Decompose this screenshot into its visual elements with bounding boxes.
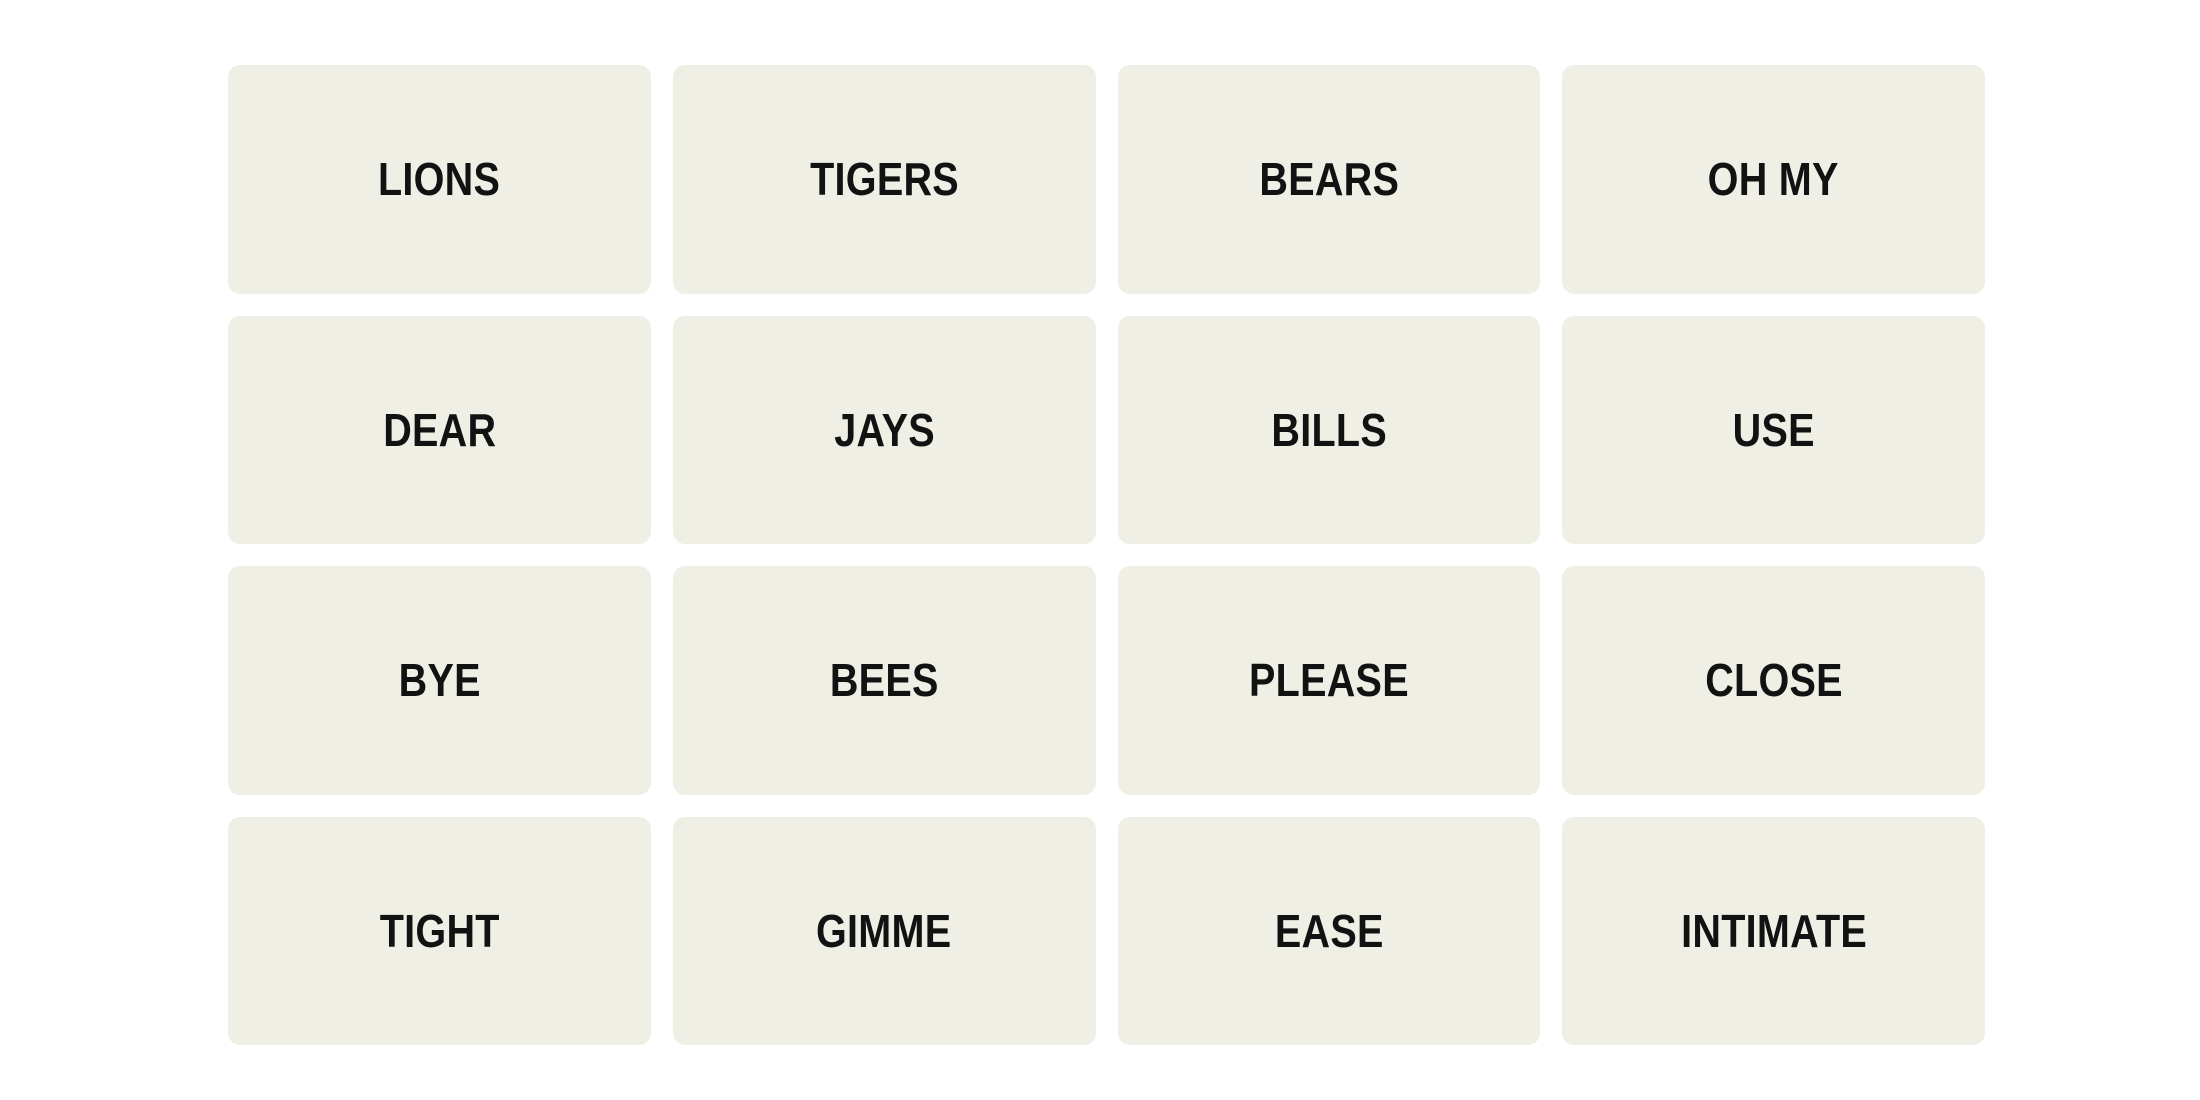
connections-board: LIONS TIGERS BEARS OH MY DEAR JAYS BILLS…	[228, 65, 1985, 1045]
word-tile-label: PLEASE	[1248, 654, 1409, 707]
word-tile[interactable]: DEAR	[228, 315, 651, 544]
word-tile-label: DEAR	[382, 403, 496, 456]
word-tile-label: BEES	[829, 654, 939, 707]
word-tile[interactable]: JAYS	[672, 315, 1096, 544]
word-tile[interactable]: BYE	[228, 566, 651, 795]
word-tile[interactable]: EASE	[1117, 816, 1541, 1045]
word-tile[interactable]: BEARS	[1117, 65, 1541, 294]
word-tile-label: BYE	[398, 654, 481, 707]
word-tile-grid: LIONS TIGERS BEARS OH MY DEAR JAYS BILLS…	[228, 65, 1985, 1045]
word-tile-label: TIGHT	[379, 904, 500, 957]
word-tile[interactable]: USE	[1562, 315, 1985, 544]
word-tile[interactable]: INTIMATE	[1562, 816, 1985, 1045]
word-tile[interactable]: GIMME	[672, 816, 1096, 1045]
word-tile-label: INTIMATE	[1680, 904, 1867, 957]
word-tile[interactable]: BILLS	[1117, 315, 1541, 544]
word-tile[interactable]: TIGHT	[228, 816, 651, 1045]
word-tile[interactable]: PLEASE	[1117, 566, 1541, 795]
word-tile-label: EASE	[1274, 904, 1384, 957]
word-tile-label: JAYS	[833, 403, 935, 456]
word-tile-label: TIGERS	[809, 153, 959, 206]
word-tile[interactable]: TIGERS	[672, 65, 1096, 294]
word-tile[interactable]: BEES	[672, 566, 1096, 795]
word-tile[interactable]: CLOSE	[1562, 566, 1985, 795]
word-tile-label: BILLS	[1271, 403, 1387, 456]
word-tile[interactable]: OH MY	[1562, 65, 1985, 294]
word-tile[interactable]: LIONS	[228, 65, 651, 294]
word-tile-label: LIONS	[378, 153, 501, 206]
word-tile-label: OH MY	[1708, 153, 1840, 206]
word-tile-label: CLOSE	[1704, 654, 1843, 707]
word-tile-label: USE	[1732, 403, 1815, 456]
word-tile-label: BEARS	[1258, 153, 1399, 206]
word-tile-label: GIMME	[816, 904, 952, 957]
